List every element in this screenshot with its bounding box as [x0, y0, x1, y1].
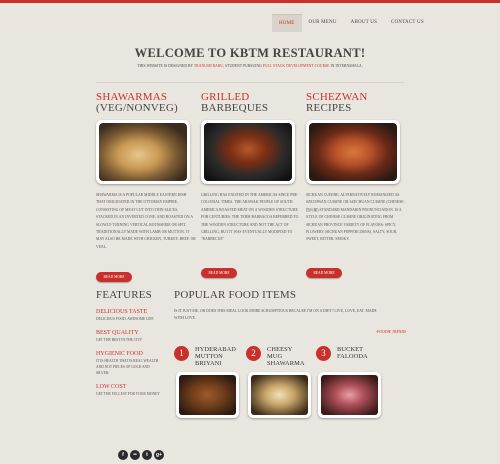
designed-suffix: IN INTERNSHALA.	[330, 64, 363, 68]
flickr-icon[interactable]: ••	[130, 450, 140, 460]
feature-title: HYGIENIC FOOD	[96, 351, 143, 357]
features-section: FEATURES DELICIOUS TASTE DELICIOUS FOOD,…	[96, 289, 162, 397]
item-number-badge: 3	[316, 346, 331, 361]
feature-item: DELICIOUS TASTE DELICIOUS FOOD, AWESOME …	[96, 308, 162, 322]
designed-by-line: THIS WEBSITE IS DESIGNED BY TRANUSH BABU…	[0, 64, 500, 68]
shawarma-image	[96, 120, 190, 184]
feature-desc: IT IS HEALTH THAT IS REAL WEALTH AND NOT…	[96, 359, 159, 375]
dish-title-dark: (VEG/NONVEG)	[96, 102, 178, 114]
item-name-line: FALOODA	[337, 353, 368, 360]
item-name: CHEESY MUG SHAWARMA	[267, 346, 305, 367]
nav-our-menu[interactable]: OUR MENU	[302, 14, 344, 32]
designed-mid: , STUDENT PURSUING	[223, 64, 262, 68]
twitter-icon[interactable]: t	[142, 450, 152, 460]
designer-name[interactable]: TRANUSH BABU	[194, 64, 223, 68]
item-name-line: MUTTON	[195, 353, 223, 360]
facebook-icon[interactable]: f	[118, 450, 128, 460]
welcome-heading: WELCOME TO KBTM RESTAURANT!	[134, 46, 366, 60]
item-name-line: BUCKET	[337, 346, 364, 353]
item-name: BUCKET FALOODA	[337, 346, 368, 360]
item-name-line: MUG	[267, 353, 283, 360]
course-link[interactable]: FULL STACK DEVELOPMENT COURSE	[263, 64, 330, 68]
dish-description: SHAWARMA IS A POPULAR MIDDLE EASTERN DIS…	[96, 193, 196, 249]
dish-title-dark: RECIPES	[306, 102, 352, 114]
divider	[96, 82, 404, 83]
item-name-line: SHAWARMA	[267, 360, 305, 367]
read-more-button-shawarma[interactable]: READ MORE	[96, 272, 132, 282]
dish-description: SICHUAN CUISINE, ALTERNATIVELY ROMANIZED…	[306, 193, 405, 242]
feature-item: BEST QUALITY GET THE BEST IN THE CITY	[96, 329, 162, 343]
dish-column-schezwan: SCHEZWAN RECIPES SICHUAN CUISINE, ALTERN…	[306, 92, 406, 244]
read-more-button-schezwan[interactable]: READ MORE	[306, 268, 342, 278]
feature-desc: DELICIOUS FOOD, AWESOME LIFE	[96, 317, 154, 321]
nav-about-us[interactable]: ABOUT US	[344, 14, 384, 32]
feature-desc: GET THE FULLEST FOR YOUR MONEY	[96, 392, 160, 396]
features-title: FEATURES	[96, 289, 152, 301]
top-accent-bar	[0, 0, 500, 3]
dish-title: SCHEZWAN RECIPES	[306, 92, 406, 114]
dish-title: GRILLED BARBEQUES	[201, 92, 301, 114]
item-number-badge: 2	[246, 346, 261, 361]
popular-title: POPULAR FOOD ITEMS	[174, 289, 297, 301]
dish-title: SHAWARMAS (VEG/NONVEG)	[96, 92, 196, 114]
dish-column-shawarma: SHAWARMAS (VEG/NONVEG) SHAWARMA IS A POP…	[96, 92, 196, 251]
feature-title: BEST QUALITY	[96, 330, 139, 336]
shawarma-mug-image	[248, 372, 311, 418]
read-more-button-barbeques[interactable]: READ MORE	[201, 268, 237, 278]
nav-contact-us[interactable]: CONTACT US	[384, 14, 431, 32]
barbeque-image	[201, 120, 295, 184]
nav-home[interactable]: HOME	[272, 14, 302, 32]
dish-description: GRILLING HAS EXISTED IN THE AMERICAS SIN…	[201, 193, 299, 242]
feature-title: DELICIOUS TASTE	[96, 309, 148, 315]
main-nav: HOME OUR MENU ABOUT US CONTACT US	[272, 14, 431, 32]
falooda-image	[318, 372, 381, 418]
feature-title: LOW COST	[96, 384, 127, 390]
feature-desc: GET THE BEST IN THE CITY	[96, 338, 143, 342]
quote-attribution: -FOODIE TRENDS	[375, 330, 406, 334]
item-name-line: CHEESY	[267, 346, 293, 353]
dish-column-barbeques: GRILLED BARBEQUES GRILLING HAS EXISTED I…	[201, 92, 301, 244]
item-name-line: BRIYANI	[195, 360, 222, 367]
biryani-image	[176, 372, 239, 418]
popular-section: POPULAR FOOD ITEMS IS IT JUST ME, OR DOE…	[174, 289, 406, 334]
schezwan-image	[306, 120, 400, 184]
feature-item: LOW COST GET THE FULLEST FOR YOUR MONEY	[96, 383, 162, 397]
designed-prefix: THIS WEBSITE IS DESIGNED BY	[137, 64, 194, 68]
popular-description: IS IT JUST ME, OR DOES THIS MEAL LOOK MO…	[174, 309, 377, 320]
feature-item: HYGIENIC FOOD IT IS HEALTH THAT IS REAL …	[96, 350, 162, 376]
dish-title-dark: BARBEQUES	[201, 102, 269, 114]
social-links: f •• t g+	[118, 450, 164, 460]
item-number-badge: 1	[174, 346, 189, 361]
google-plus-icon[interactable]: g+	[154, 450, 164, 460]
item-name-line: HYDERABAD	[195, 346, 237, 353]
item-name: HYDERABAD MUTTON BRIYANI	[195, 346, 236, 367]
